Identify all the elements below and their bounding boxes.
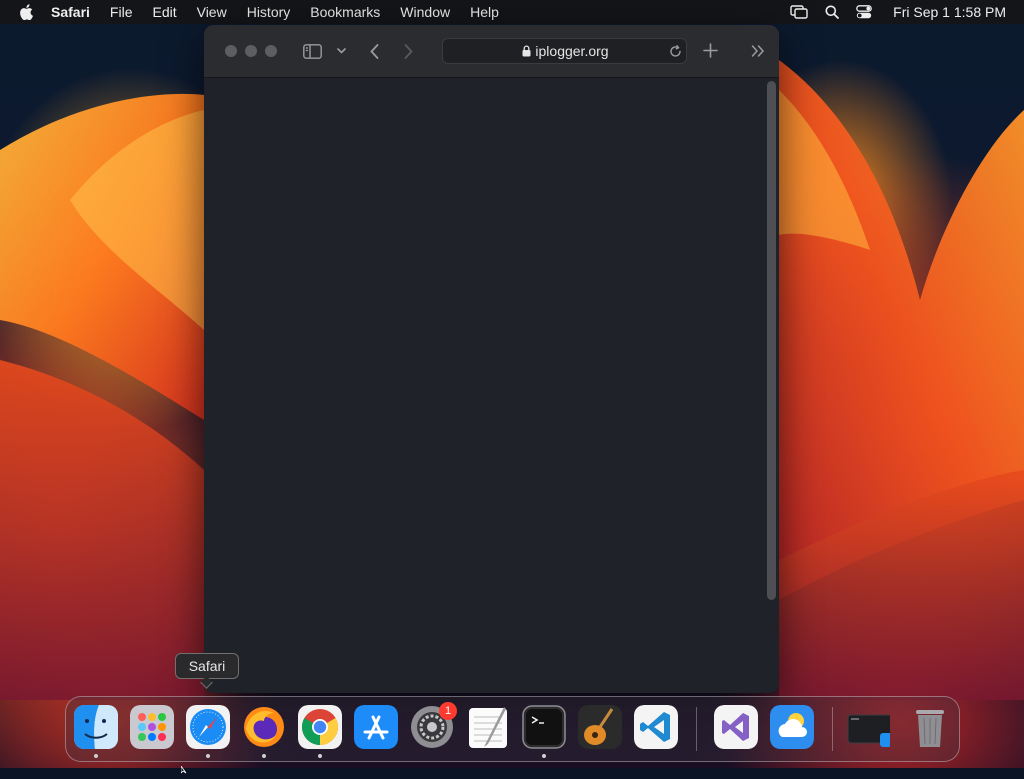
- dock: 1: [65, 696, 960, 762]
- overflow-chevrons-icon[interactable]: [750, 43, 766, 59]
- firefox-icon[interactable]: [242, 705, 286, 749]
- lock-icon: [522, 45, 531, 57]
- reload-icon[interactable]: [668, 44, 682, 58]
- vscode-icon[interactable]: [634, 705, 678, 749]
- firefox-running-indicator: [262, 754, 266, 758]
- menu-window[interactable]: Window: [400, 0, 450, 24]
- menu-view[interactable]: View: [197, 0, 227, 24]
- mouse-cursor-icon: [180, 761, 189, 779]
- chrome-running-indicator: [318, 754, 322, 758]
- tab-group-chevron-down-icon[interactable]: [335, 45, 347, 57]
- chrome-icon[interactable]: [298, 705, 342, 749]
- menu-bar: Safari File Edit View History Bookmarks …: [0, 0, 1024, 24]
- launchpad-icon[interactable]: [130, 705, 174, 749]
- close-window-button[interactable]: [225, 45, 237, 57]
- menu-help[interactable]: Help: [470, 0, 499, 24]
- system-settings-badge: 1: [439, 702, 457, 720]
- visual-studio-icon[interactable]: [714, 705, 758, 749]
- finder-running-indicator: [94, 754, 98, 758]
- browser-toolbar: iplogger.org: [204, 25, 779, 78]
- safari-running-indicator: [206, 754, 210, 758]
- apple-menu-icon[interactable]: [19, 4, 35, 20]
- app-store-icon[interactable]: [354, 705, 398, 749]
- back-chevron-icon[interactable]: [366, 42, 382, 60]
- finder-icon[interactable]: [74, 705, 118, 749]
- minimized-window-thumbnail[interactable]: [846, 705, 890, 749]
- menu-clock[interactable]: Fri Sep 1 1:58 PM: [893, 4, 1006, 20]
- address-bar[interactable]: iplogger.org: [442, 38, 687, 64]
- menu-history[interactable]: History: [247, 0, 291, 24]
- address-bar-url: iplogger.org: [443, 39, 688, 63]
- spotlight-search-icon[interactable]: [825, 5, 840, 19]
- vertical-scrollbar[interactable]: [767, 81, 776, 600]
- control-center-icon[interactable]: [856, 5, 873, 19]
- terminal-icon[interactable]: [522, 705, 566, 749]
- url-text: iplogger.org: [535, 43, 609, 59]
- dock-divider: [696, 707, 697, 751]
- forward-chevron-icon[interactable]: [400, 42, 416, 60]
- dock-tooltip: Safari: [175, 653, 239, 679]
- trash-icon[interactable]: [908, 705, 952, 749]
- menu-app-name[interactable]: Safari: [51, 0, 90, 24]
- dock-divider-2: [832, 707, 833, 751]
- garageband-icon[interactable]: [578, 705, 622, 749]
- menu-edit[interactable]: Edit: [152, 0, 176, 24]
- sidebar-toggle-icon[interactable]: [302, 41, 322, 61]
- safari-icon[interactable]: [186, 705, 230, 749]
- zoom-window-button[interactable]: [265, 45, 277, 57]
- terminal-running-indicator: [542, 754, 546, 758]
- menu-file[interactable]: File: [110, 0, 133, 24]
- weather-icon[interactable]: [770, 705, 814, 749]
- screen-mirroring-icon[interactable]: [790, 5, 808, 19]
- textedit-icon[interactable]: [466, 705, 510, 749]
- new-tab-plus-icon[interactable]: [702, 42, 718, 58]
- menu-bookmarks[interactable]: Bookmarks: [310, 0, 380, 24]
- minimize-window-button[interactable]: [245, 45, 257, 57]
- web-content-area[interactable]: [204, 78, 779, 693]
- safari-window: iplogger.org: [204, 25, 779, 693]
